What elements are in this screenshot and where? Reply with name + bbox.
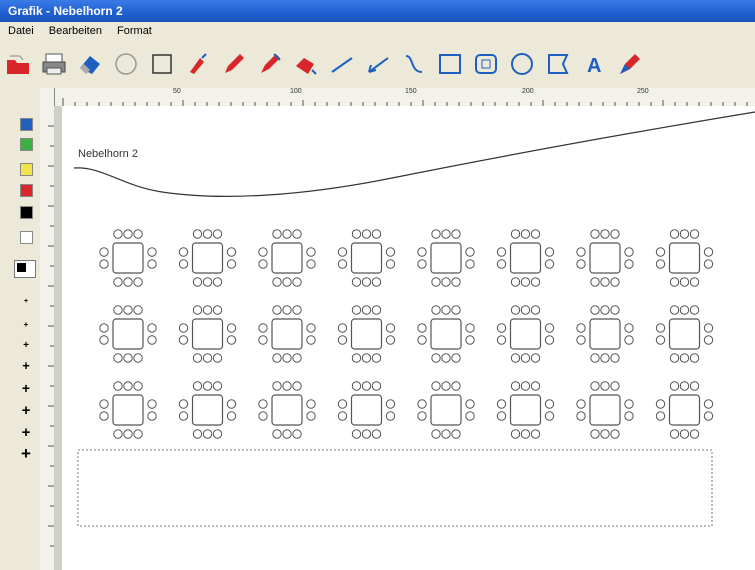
vertical-ruler <box>40 106 55 570</box>
seating-table <box>178 229 237 287</box>
pen-size-2[interactable]: + <box>18 320 34 329</box>
select-rectangle-icon[interactable] <box>144 46 180 82</box>
print-icon[interactable] <box>36 46 72 82</box>
curve-icon[interactable] <box>396 46 432 82</box>
seating-table <box>576 305 634 363</box>
seating-table <box>258 381 316 439</box>
fill-bucket-icon[interactable] <box>180 46 216 82</box>
ruler-label-200: 200 <box>522 88 534 95</box>
pen-size-3[interactable]: + <box>18 340 34 351</box>
window-title: Grafik - Nebelhorn 2 <box>0 0 755 22</box>
lasso-icon[interactable] <box>108 46 144 82</box>
open-folder-icon[interactable] <box>0 46 36 82</box>
seating-table <box>576 229 634 287</box>
seating-table <box>655 305 714 363</box>
seating-table <box>417 229 475 287</box>
polygon-icon[interactable] <box>540 46 576 82</box>
seating-table <box>655 229 714 287</box>
seating-table <box>496 305 555 363</box>
seating-table <box>258 305 316 363</box>
arrow-line-icon[interactable] <box>360 46 396 82</box>
canvas-label: Nebelhorn 2 <box>78 148 138 160</box>
seating-table <box>417 305 475 363</box>
pen-icon[interactable] <box>612 46 648 82</box>
svg-text:A: A <box>587 55 601 77</box>
pen-size-6[interactable]: + <box>18 402 34 419</box>
eraser-icon[interactable] <box>72 46 108 82</box>
highlighter-icon[interactable] <box>288 46 324 82</box>
seating-table <box>99 381 157 439</box>
menu-bar: Datei Bearbeiten Format <box>0 22 755 41</box>
color-palette: + + + + + + + + <box>0 88 41 570</box>
seating-table <box>178 381 237 439</box>
color-swatch-red[interactable] <box>20 184 33 197</box>
color-swatch-blue[interactable] <box>20 118 33 131</box>
menu-datei[interactable]: Datei <box>8 25 34 37</box>
ruler-label-100: 100 <box>290 88 302 95</box>
toolbar: A <box>0 40 755 89</box>
curve-line <box>73 111 755 197</box>
pen-size-1[interactable]: + <box>18 298 34 305</box>
pen-size-4[interactable]: + <box>18 358 34 373</box>
seating-table <box>99 229 157 287</box>
ellipse-icon[interactable] <box>504 46 540 82</box>
menu-format[interactable]: Format <box>117 25 152 37</box>
color-swatch-black[interactable] <box>20 206 33 219</box>
menu-bearbeiten[interactable]: Bearbeiten <box>49 25 102 37</box>
dotted-selection-box <box>77 449 713 527</box>
color-swatch-green[interactable] <box>20 138 33 151</box>
seating-table <box>337 305 396 363</box>
seating-table <box>496 381 555 439</box>
seating-table <box>655 381 714 439</box>
rounded-rectangle-icon[interactable] <box>468 46 504 82</box>
ruler-corner <box>40 88 54 107</box>
canvas-margin <box>54 106 62 570</box>
ruler-label-150: 150 <box>405 88 417 95</box>
seating-table <box>178 305 237 363</box>
color-swatch-yellow[interactable] <box>20 163 33 176</box>
ruler-label-250: 250 <box>637 88 649 95</box>
seating-table <box>576 381 634 439</box>
seating-table <box>258 229 316 287</box>
pen-size-8[interactable]: + <box>18 444 34 464</box>
seating-table <box>99 305 157 363</box>
pencil-icon[interactable] <box>216 46 252 82</box>
seating-table <box>417 381 475 439</box>
line-icon[interactable] <box>324 46 360 82</box>
color-swatch-white[interactable] <box>20 231 33 244</box>
ruler-label-50: 50 <box>173 88 181 95</box>
pen-size-7[interactable]: + <box>18 424 34 441</box>
seating-table <box>496 229 555 287</box>
brush-icon[interactable] <box>252 46 288 82</box>
seating-table <box>337 229 396 287</box>
pen-size-5[interactable]: + <box>18 380 34 396</box>
rectangle-icon[interactable] <box>432 46 468 82</box>
text-icon[interactable]: A <box>576 46 612 82</box>
drawing-canvas[interactable] <box>62 106 755 570</box>
seating-table <box>337 381 396 439</box>
current-color-indicator[interactable] <box>14 260 36 278</box>
